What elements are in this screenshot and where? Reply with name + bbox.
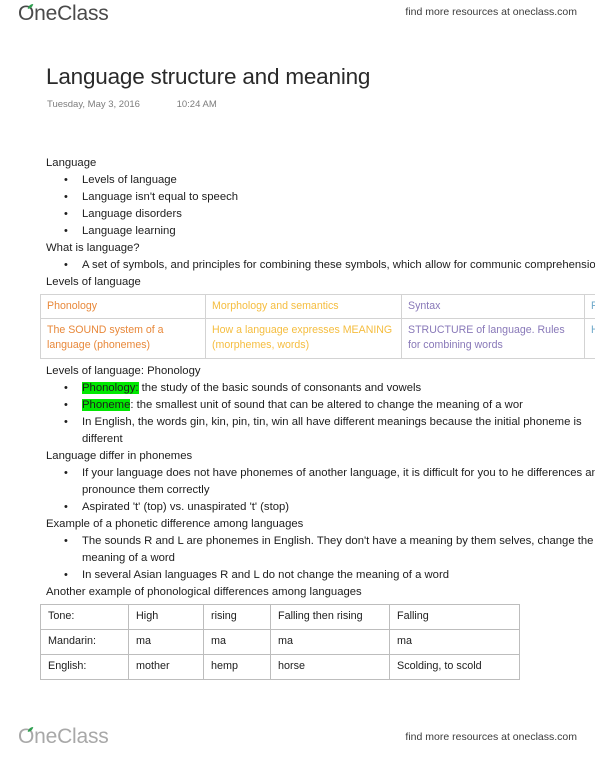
table-row: English: mother hemp horse Scolding, to …	[40, 654, 520, 680]
list-item: Phonology: the study of the basic sounds…	[64, 380, 595, 397]
section-heading-phonetic-example: Example of a phonetic difference among l…	[46, 518, 304, 530]
section-heading-what-is-language: What is language?	[46, 242, 140, 254]
table-cell: Scolding, to scold	[389, 654, 520, 680]
list-item: Levels of language	[64, 172, 595, 189]
table-cell: Mandarin:	[40, 629, 129, 655]
document-time: 10:24 AM	[176, 99, 217, 110]
table-cell: hemp	[203, 654, 271, 680]
list-item: Language disorders	[64, 206, 595, 223]
bullet-list-language-differ: If your language does not have phonemes …	[0, 465, 595, 516]
table-cell: English:	[40, 654, 129, 680]
table-row: The SOUND system of a language (phonemes…	[40, 318, 595, 359]
table-cell: rising	[203, 604, 271, 630]
table-cell-morphology: How a language expresses MEANING (morphe…	[205, 318, 402, 359]
table-header-morphology: Morphology and semantics	[205, 294, 402, 319]
section-heading-language-differ: Language differ in phonemes	[46, 450, 193, 462]
levels-of-language-table: Phonology Morphology and semantics Synta…	[40, 294, 595, 359]
table-cell-phonology: The SOUND system of a language (phonemes…	[40, 318, 206, 359]
footer-tagline: find more resources at oneclass.com	[405, 731, 577, 743]
list-item-text: : the smallest unit of sound that can be…	[130, 399, 523, 411]
table-cell: High	[128, 604, 204, 630]
section-heading-phonology: Levels of language: Phonology	[46, 365, 201, 377]
table-cell: Falling then rising	[270, 604, 390, 630]
table-cell: horse	[270, 654, 390, 680]
section-heading-levels-of-language: Levels of language	[46, 276, 141, 288]
page-header: OneClass find more resources at oneclass…	[0, 0, 595, 40]
table-header-phonology: Phonology	[40, 294, 206, 319]
table-row: Mandarin: ma ma ma ma	[40, 629, 520, 655]
table-cell-syntax: STRUCTURE of language. Rules for combini…	[401, 318, 585, 359]
list-item: Language isn't equal to speech	[64, 189, 595, 206]
leaf-icon	[27, 727, 34, 732]
page-title: Language structure and meaning	[46, 64, 371, 89]
table-row: Phonology Morphology and semantics Synta…	[40, 294, 595, 319]
list-item: If your language does not have phonemes …	[64, 465, 595, 499]
header-tagline: find more resources at oneclass.com	[405, 6, 577, 18]
oneclass-logo-text: OneClass	[18, 2, 109, 25]
oneclass-logo: OneClass	[18, 2, 109, 26]
section-heading-another-example: Another example of phonological differen…	[46, 586, 362, 598]
bullet-list-what-is-language: A set of symbols, and principles for com…	[0, 257, 595, 274]
table-cell: ma	[203, 629, 271, 655]
page-footer: OneClass find more resources at oneclass…	[0, 715, 595, 770]
footer-oneclass-logo: OneClass	[18, 725, 109, 749]
highlighted-term-phonology: Phonology:	[82, 382, 139, 394]
table-cell-pragmatics: How lan used in C	[584, 318, 595, 359]
bullet-list-phonetic-example: The sounds R and L are phonemes in Engli…	[0, 533, 595, 584]
list-item: A set of symbols, and principles for com…	[64, 257, 595, 274]
list-item: Aspirated 't' (top) vs. unaspirated 't' …	[64, 499, 595, 516]
table-header-pragmatics: Pragmat	[584, 294, 595, 319]
highlighted-term-phoneme: Phoneme	[82, 399, 131, 411]
document-body: Language Levels of language Language isn…	[0, 155, 595, 715]
table-cell: mother	[128, 654, 204, 680]
table-cell: ma	[270, 629, 390, 655]
table-cell: Tone:	[40, 604, 129, 630]
table-cell: ma	[389, 629, 520, 655]
document-datetime: Tuesday, May 3, 2016 10:24 AM	[47, 99, 217, 110]
tone-comparison-table: Tone: High rising Falling then rising Fa…	[40, 604, 520, 680]
list-item: In several Asian languages R and L do no…	[64, 567, 595, 584]
bullet-list-phonology: Phonology: the study of the basic sounds…	[0, 380, 595, 448]
list-item: Language learning	[64, 223, 595, 240]
table-header-syntax: Syntax	[401, 294, 585, 319]
section-heading-language: Language	[46, 157, 97, 169]
list-item: In English, the words gin, kin, pin, tin…	[64, 414, 595, 448]
table-row: Tone: High rising Falling then rising Fa…	[40, 604, 520, 630]
list-item-text: the study of the basic sounds of consona…	[138, 382, 422, 394]
list-item: The sounds R and L are phonemes in Engli…	[64, 533, 595, 567]
list-item: Phoneme: the smallest unit of sound that…	[64, 397, 595, 414]
table-cell: ma	[128, 629, 204, 655]
document-date: Tuesday, May 3, 2016	[47, 99, 140, 110]
bullet-list-language: Levels of language Language isn't equal …	[0, 172, 595, 240]
table-cell: Falling	[389, 604, 520, 630]
